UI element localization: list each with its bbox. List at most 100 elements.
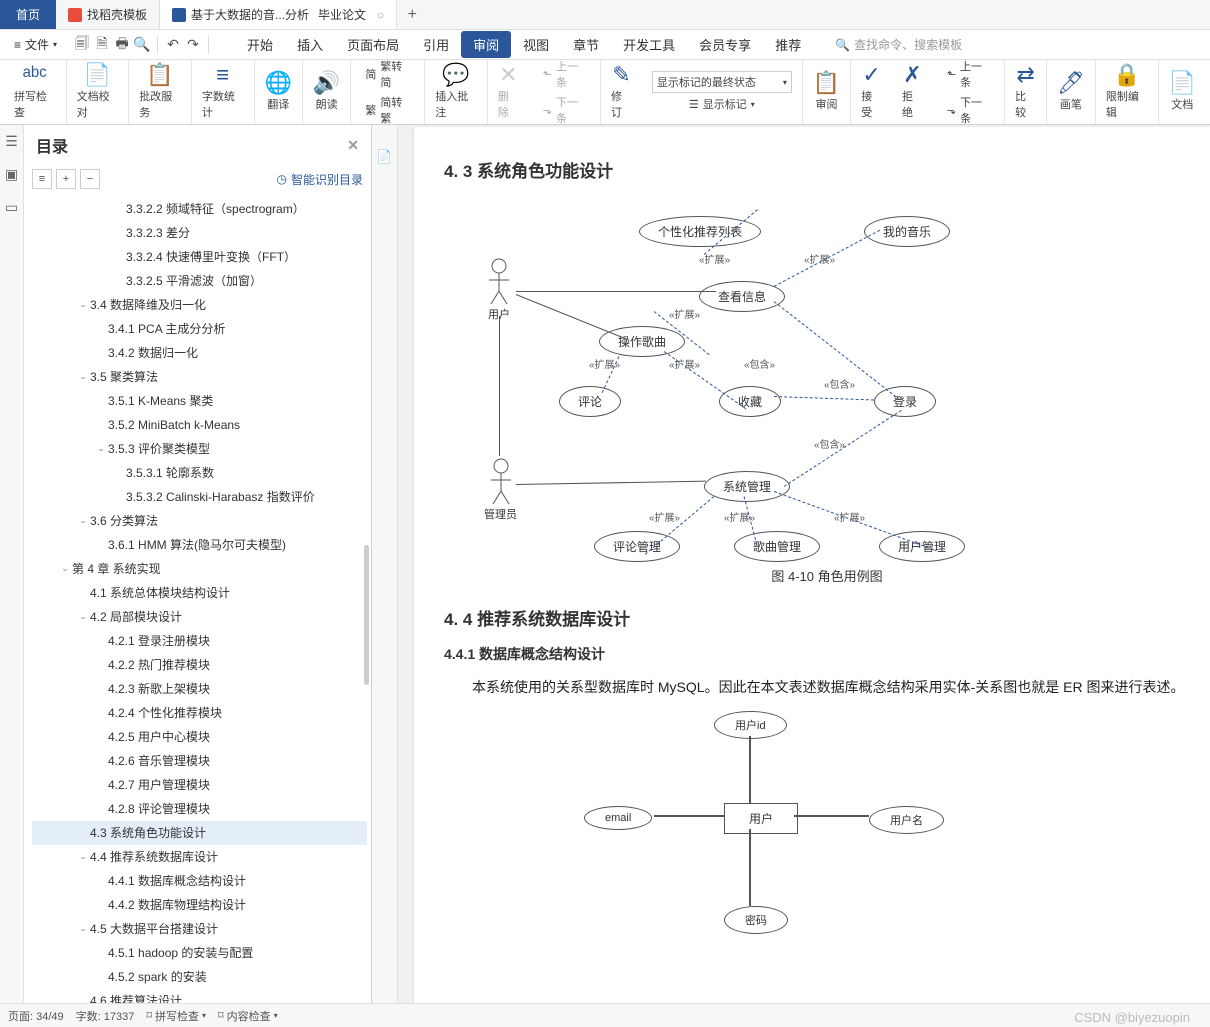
brush-icon: 🖊 — [1057, 72, 1085, 94]
rg-reject[interactable]: ✗拒绝 — [892, 60, 933, 124]
menu-5[interactable]: 视图 — [511, 31, 561, 58]
smart-icon: ◷ — [277, 172, 287, 186]
toc-item[interactable]: 3.3.2.5 平滑滤波（加窗） — [32, 269, 367, 293]
rg-accept[interactable]: ✓接受 — [851, 60, 892, 124]
smart-toc[interactable]: ◷ 智能识别目录 — [277, 171, 364, 188]
section-icon[interactable]: 📄 — [376, 149, 392, 165]
menu-9[interactable]: 推荐 — [763, 31, 813, 58]
toc-item[interactable]: 3.3.2.2 频域特征（spectrogram） — [32, 197, 367, 221]
toc-item[interactable]: 4.5.2 spark 的安装 — [32, 965, 367, 989]
toc-item[interactable]: ⌄4.5 大数据平台搭建设计 — [32, 917, 367, 941]
toc-item[interactable]: 3.4.2 数据归一化 — [32, 341, 367, 365]
menu-1[interactable]: 插入 — [285, 31, 335, 58]
rg-doc[interactable]: 📄文档 — [1159, 60, 1206, 124]
menu-6[interactable]: 章节 — [561, 31, 611, 58]
toc-item[interactable]: ⌄第 4 章 系统实现 — [32, 557, 367, 581]
wc-icon: ≡ — [216, 64, 229, 86]
next-rev[interactable]: ⬎下一条 — [943, 93, 994, 127]
toc-item[interactable]: 4.2.6 音乐管理模块 — [32, 749, 367, 773]
toc-item[interactable]: 4.2.8 评论管理模块 — [32, 797, 367, 821]
command-search[interactable]: 🔍 查找命令、搜索模板 — [835, 36, 962, 53]
rg-delete[interactable]: ✕删除 — [488, 60, 529, 124]
toc-item[interactable]: 3.5.3.2 Calinski-Harabasz 指数评价 — [32, 485, 367, 509]
document-area[interactable]: 📄 4. 3 系统角色功能设计 用户 管理员 个性化推荐列表 我的音乐 查看信息… — [372, 125, 1210, 1003]
print-preview-icon[interactable]: 🔍 — [133, 36, 151, 54]
menu-8[interactable]: 会员专享 — [687, 31, 763, 58]
status-content[interactable]: ⌑内容检查▾ — [218, 1008, 278, 1024]
toc-item[interactable]: 3.5.2 MiniBatch k-Means — [32, 413, 367, 437]
toc-item[interactable]: ⌄3.5 聚类算法 — [32, 365, 367, 389]
toc-item[interactable]: ⌄3.5.3 评价聚类模型 — [32, 437, 367, 461]
prev-comment[interactable]: ⬑上一条 — [539, 57, 590, 91]
tab-add[interactable]: + — [397, 0, 427, 29]
toc-item[interactable]: 3.5.1 K-Means 聚类 — [32, 389, 367, 413]
rg-review[interactable]: 📋审阅 — [803, 60, 851, 124]
toc-item[interactable]: 3.6.1 HMM 算法(隐马尔可夫模型) — [32, 533, 367, 557]
doc-icon — [172, 8, 186, 22]
menu-4[interactable]: 审阅 — [461, 31, 511, 58]
menu-7[interactable]: 开发工具 — [611, 31, 687, 58]
toc-remove[interactable]: − — [80, 169, 100, 189]
rg-trad[interactable]: 简繁转简 繁简转繁 — [351, 60, 425, 124]
toc-item[interactable]: 3.3.2.4 快速傅里叶变换（FFT） — [32, 245, 367, 269]
rg-doccheck[interactable]: 📄文档校对 — [67, 60, 130, 124]
rg-compare[interactable]: ⇄比较 — [1005, 60, 1047, 124]
status-page[interactable]: 页面: 34/49 — [8, 1008, 64, 1024]
review-icon: 📋 — [813, 72, 840, 94]
toc-item[interactable]: 4.4.2 数据库物理结构设计 — [32, 893, 367, 917]
tab-templates[interactable]: 找稻壳模板 — [56, 0, 160, 29]
toc-item[interactable]: 4.5.1 hadoop 的安装与配置 — [32, 941, 367, 965]
status-spell[interactable]: ⌑拼写检查▾ — [146, 1008, 206, 1024]
toc-item[interactable]: 4.3 系统角色功能设计 — [32, 821, 367, 845]
toc-item[interactable]: 4.2.1 登录注册模块 — [32, 629, 367, 653]
status-words[interactable]: 字数: 17337 — [76, 1008, 135, 1024]
toc-item[interactable]: 3.3.2.3 差分 — [32, 221, 367, 245]
toc-item[interactable]: 4.2.7 用户管理模块 — [32, 773, 367, 797]
toc-item[interactable]: 4.2.5 用户中心模块 — [32, 725, 367, 749]
toc-item[interactable]: 3.5.3.1 轮廓系数 — [32, 461, 367, 485]
find-icon[interactable]: ▭ — [5, 199, 18, 216]
toc-item[interactable]: 4.4.1 数据库概念结构设计 — [32, 869, 367, 893]
outline-icon[interactable]: ☰ — [5, 133, 18, 150]
rg-restrict[interactable]: 🔒限制编辑 — [1096, 60, 1159, 124]
prev-rev[interactable]: ⬑上一条 — [943, 57, 994, 91]
tab-document[interactable]: 基于大数据的音...分析 毕业论文 ○ — [160, 0, 397, 29]
menu-0[interactable]: 开始 — [235, 31, 285, 58]
display-select[interactable]: 显示标记的最终状态▾ — [652, 71, 792, 93]
rg-read[interactable]: 🔊朗读 — [303, 60, 351, 124]
toc-item[interactable]: ⌄4.4 推荐系统数据库设计 — [32, 845, 367, 869]
show-mark[interactable]: ☰显示标记▾ — [685, 95, 759, 113]
toc-expand[interactable]: ≡ — [32, 169, 52, 189]
save-icon[interactable]: 🗐 — [73, 36, 91, 54]
file-menu[interactable]: ≡ 文件 ▾ — [8, 36, 71, 53]
nav-icon[interactable]: ▣ — [5, 166, 18, 183]
rg-insertcomment[interactable]: 💬插入批注 — [425, 60, 488, 124]
toc-item[interactable]: 4.6 推荐算法设计 — [32, 989, 367, 1003]
toc-item[interactable]: ⌄4.2 局部模块设计 — [32, 605, 367, 629]
toc-list[interactable]: 3.3.2.2 频域特征（spectrogram）3.3.2.3 差分3.3.2… — [24, 197, 371, 1003]
saveas-icon[interactable]: 🗎 — [93, 36, 111, 54]
toc-add[interactable]: + — [56, 169, 76, 189]
tab-home[interactable]: 首页 — [0, 0, 56, 29]
scrollbar[interactable] — [364, 545, 369, 685]
print-icon[interactable]: 🖶 — [113, 36, 131, 54]
undo-icon[interactable]: ↶ — [164, 36, 182, 54]
toc-item[interactable]: 4.2.3 新歌上架模块 — [32, 677, 367, 701]
menu-3[interactable]: 引用 — [411, 31, 461, 58]
rg-batch[interactable]: 📋批改服务 — [129, 60, 192, 124]
rg-wordcount[interactable]: ≡字数统计 — [192, 60, 255, 124]
toc-item[interactable]: ⌄3.6 分类算法 — [32, 509, 367, 533]
rg-spell[interactable]: ᵃᵇᶜ拼写检查 — [4, 60, 67, 124]
rg-revise[interactable]: ✎修订 — [601, 60, 642, 124]
close-icon[interactable]: ✕ — [347, 137, 359, 154]
toc-item[interactable]: 4.2.2 热门推荐模块 — [32, 653, 367, 677]
toc-item[interactable]: 4.2.4 个性化推荐模块 — [32, 701, 367, 725]
toc-item[interactable]: 4.1 系统总体模块结构设计 — [32, 581, 367, 605]
toc-item[interactable]: ⌄3.4 数据降维及归一化 — [32, 293, 367, 317]
next-comment[interactable]: ⬎下一条 — [539, 93, 590, 127]
rg-translate[interactable]: 🌐翻译 — [255, 60, 303, 124]
rg-brush[interactable]: 🖊画笔 — [1047, 60, 1096, 124]
menu-2[interactable]: 页面布局 — [335, 31, 411, 58]
toc-item[interactable]: 3.4.1 PCA 主成分分析 — [32, 317, 367, 341]
redo-icon[interactable]: ↷ — [184, 36, 202, 54]
